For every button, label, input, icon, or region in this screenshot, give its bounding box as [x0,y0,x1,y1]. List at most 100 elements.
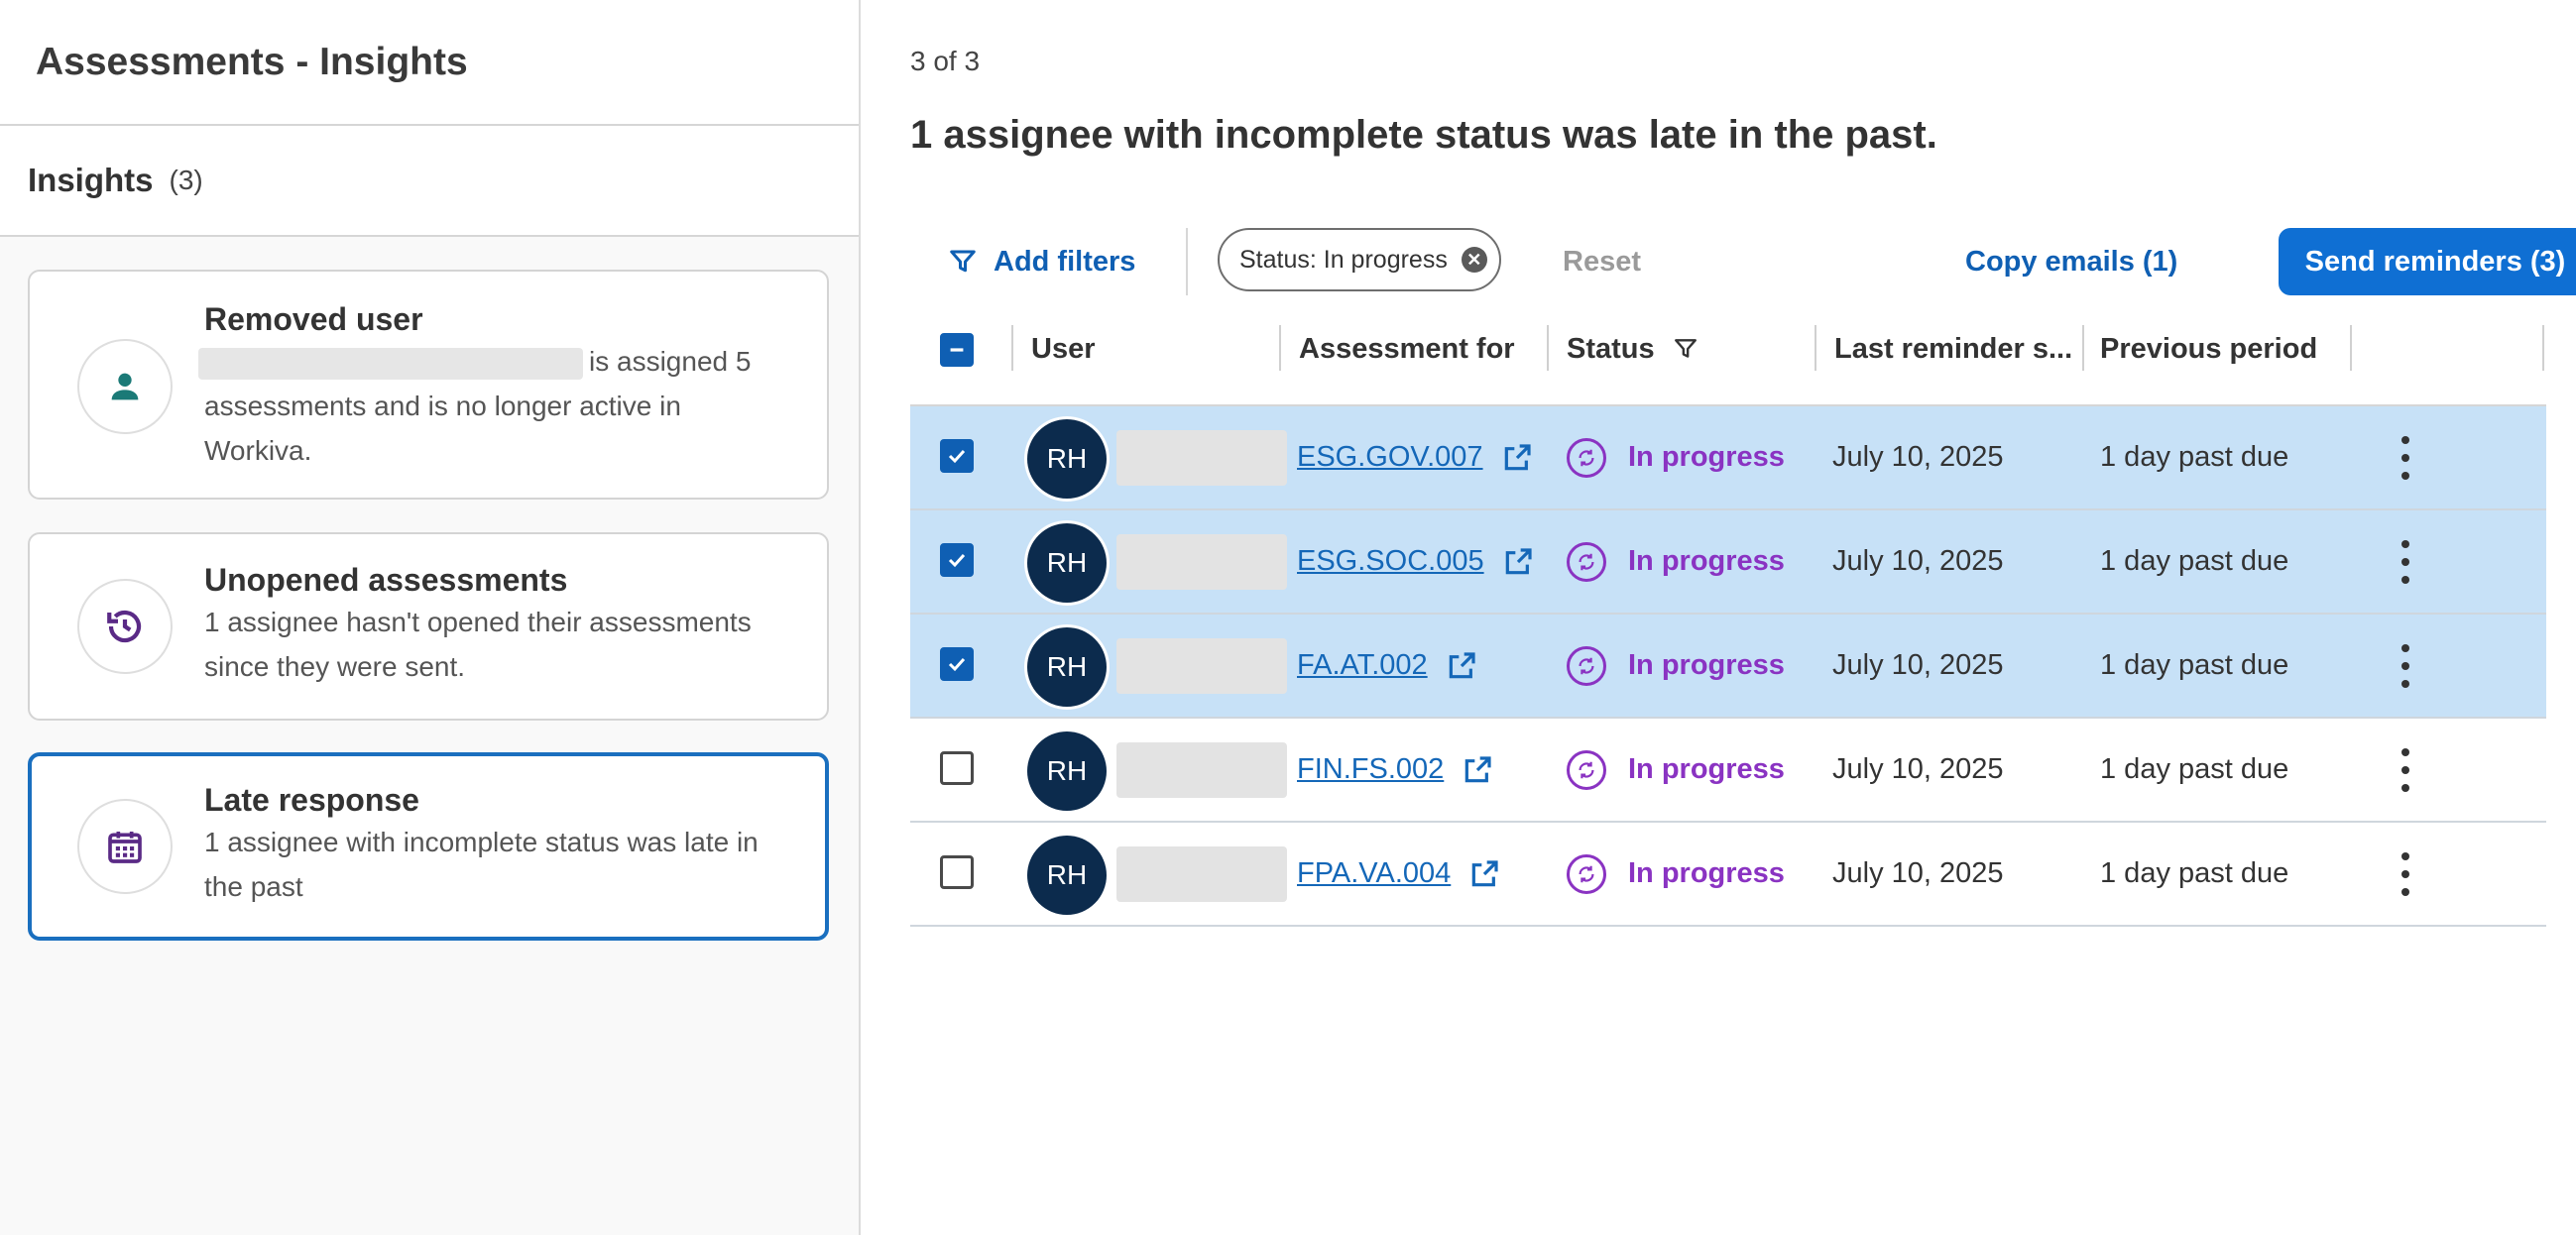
avatar: RH [1027,523,1107,603]
assessment-cell: ESG.GOV.007 [1297,406,1533,508]
previous-period-cell: 1 day past due [2100,753,2289,785]
previous-period-cell: 1 day past due [2100,441,2289,473]
more-options-icon[interactable] [2386,540,2425,584]
status-cell: In progress [1567,406,1785,508]
external-link-icon[interactable] [1462,754,1493,786]
column-header-assessment[interactable]: Assessment for [1299,313,1515,385]
assessment-link[interactable]: FA.AT.002 [1297,649,1428,682]
last-reminder-cell: July 10, 2025 [1832,649,2004,681]
external-link-icon[interactable] [1468,858,1500,890]
in-progress-icon [1567,853,1606,894]
copy-emails-button[interactable]: Copy emails (1) [1965,228,2177,295]
clear-filter-icon[interactable]: ✕ [1461,247,1487,273]
column-divider [1011,325,1013,371]
more-options-icon[interactable] [2386,644,2425,688]
filter-icon [950,250,976,273]
card-title: Late response [204,782,419,818]
table-row[interactable]: RH FPA.VA.004 In progress July 10, 2025 … [910,823,2546,927]
assessment-cell: FA.AT.002 [1297,615,1477,717]
avatar: RH [1027,836,1107,915]
status-filter-chip[interactable]: Status: In progress ✕ [1218,228,1501,291]
select-all-checkbox[interactable] [940,333,974,367]
in-progress-icon [1567,437,1606,478]
external-link-icon[interactable] [1502,546,1534,578]
row-checkbox[interactable] [940,751,974,785]
status-label: In progress [1628,753,1785,785]
sidebar-title: Assessments - Insights [36,40,468,83]
insight-card-removed-user[interactable]: Removed user is assigned 5 assessments a… [28,270,829,500]
column-header-last-reminder[interactable]: Last reminder s... [1834,313,2072,385]
assessment-link[interactable]: ESG.GOV.007 [1297,441,1483,474]
row-checkbox[interactable] [940,543,974,577]
row-checkbox[interactable] [940,647,974,681]
last-reminder-cell: July 10, 2025 [1832,857,2004,889]
more-options-icon[interactable] [2386,852,2425,896]
send-reminders-button[interactable]: Send reminders (3) [2279,228,2576,295]
more-options-icon[interactable] [2386,436,2425,480]
previous-period-cell: 1 day past due [2100,649,2289,681]
assessment-cell: ESG.SOC.005 [1297,510,1534,613]
status-label: In progress [1628,441,1785,473]
row-checkbox[interactable] [940,855,974,889]
column-header-previous-period[interactable]: Previous period [2100,313,2317,385]
redacted-name [198,347,583,380]
in-progress-icon [1567,645,1606,686]
external-link-icon[interactable] [1446,650,1477,682]
previous-period-cell: 1 day past due [2100,857,2289,889]
external-link-icon[interactable] [1501,442,1533,474]
column-divider [1547,325,1549,371]
assessment-link[interactable]: ESG.SOC.005 [1297,545,1484,578]
add-filters-button[interactable]: Add filters [948,228,1135,295]
assessment-cell: FPA.VA.004 [1297,823,1500,925]
assessment-link[interactable]: FPA.VA.004 [1297,857,1451,890]
more-options-icon[interactable] [2386,748,2425,792]
last-reminder-cell: July 10, 2025 [1832,545,2004,577]
insight-card-unopened[interactable]: Unopened assessments 1 assignee hasn't o… [28,532,829,721]
add-filters-label: Add filters [994,245,1136,278]
table-row[interactable]: RH ESG.GOV.007 In progress July 10, 2025… [910,406,2546,510]
in-progress-icon [1567,541,1606,582]
insight-counter: 3 of 3 [910,46,981,76]
toolbar-divider [1186,228,1188,295]
column-divider [1815,325,1816,371]
status-label: In progress [1628,649,1785,681]
column-divider [2350,325,2352,371]
previous-period-cell: 1 day past due [2100,545,2289,577]
redacted-user-name [1116,534,1287,590]
insights-section-header: Insights (3) [0,126,859,237]
column-divider [1279,325,1281,371]
card-title: Unopened assessments [204,562,568,598]
column-header-status[interactable]: Status [1567,313,1698,385]
table-row[interactable]: RH ESG.SOC.005 In progress July 10, 2025… [910,510,2546,615]
calendar-icon [77,799,173,894]
redacted-user-name [1116,846,1287,902]
card-description: is assigned 5 assessments and is no long… [198,339,787,473]
table-row[interactable]: RH FA.AT.002 In progress July 10, 2025 1… [910,615,2546,719]
column-divider [2082,325,2084,371]
insight-card-late-response[interactable]: Late response 1 assignee with incomplete… [28,752,829,941]
column-header-user[interactable]: User [1031,313,1096,385]
status-cell: In progress [1567,719,1785,821]
status-label: In progress [1628,545,1785,577]
in-progress-icon [1567,749,1606,790]
avatar: RH [1027,731,1107,811]
avatar: RH [1027,419,1107,499]
assessment-cell: FIN.FS.002 [1297,719,1493,821]
redacted-user-name [1116,742,1287,798]
card-description: 1 assignee with incomplete status was la… [204,827,759,902]
reset-button[interactable]: Reset [1563,228,1641,295]
table-row[interactable]: RH FIN.FS.002 In progress July 10, 2025 … [910,719,2546,823]
card-description: 1 assignee hasn't opened their assessmen… [204,607,752,682]
card-title: Removed user [204,301,423,337]
last-reminder-cell: July 10, 2025 [1832,441,2004,473]
filter-icon[interactable] [1673,336,1698,362]
assessment-link[interactable]: FIN.FS.002 [1297,753,1444,786]
row-checkbox[interactable] [940,439,974,473]
insights-sidebar: Assessments - Insights Insights (3) Remo… [0,0,861,1235]
table-header: User Assessment for Status Last reminder… [910,313,2546,406]
status-cell: In progress [1567,510,1785,613]
last-reminder-cell: July 10, 2025 [1832,753,2004,785]
status-label: In progress [1628,857,1785,889]
user-icon [77,339,173,434]
table-toolbar: Add filters Status: In progress ✕ Reset … [910,228,2576,295]
